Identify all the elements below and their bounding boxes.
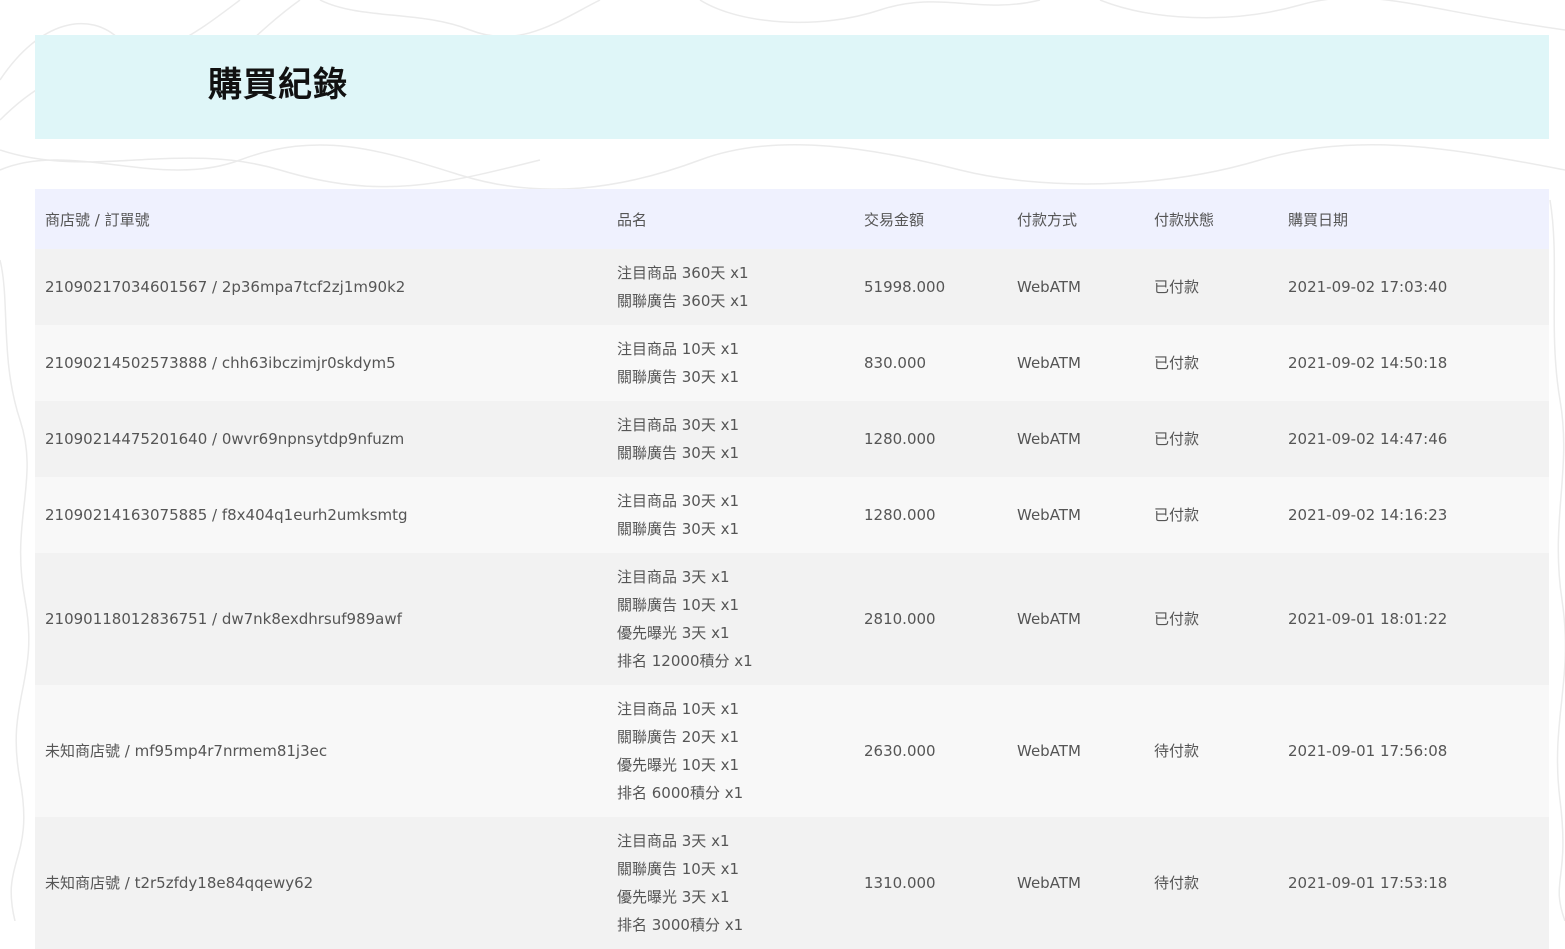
order-cell: 21090118012836751 / dw7nk8exdhrsuf989awf — [35, 553, 607, 685]
product-cell: 注目商品 360天 x1 關聯廣告 360天 x1 — [607, 249, 854, 325]
table-row: 21090217034601567 / 2p36mpa7tcf2zj1m90k2… — [35, 249, 1549, 325]
amount-cell: 2630.000 — [854, 685, 1007, 817]
table-row: 未知商店號 / t2r5zfdy18e84qqewy62 注目商品 3天 x1 … — [35, 817, 1549, 949]
product-cell: 注目商品 3天 x1 關聯廣告 10天 x1 優先曝光 3天 x1 排名 300… — [607, 817, 854, 949]
product-line: 注目商品 10天 x1 — [617, 340, 740, 358]
product-line: 優先曝光 3天 x1 — [617, 888, 730, 906]
status-cell: 已付款 — [1144, 477, 1278, 553]
amount-cell: 2810.000 — [854, 553, 1007, 685]
date-cell: 2021-09-01 18:01:22 — [1278, 553, 1549, 685]
order-cell: 21090214475201640 / 0wvr69npnsytdp9nfuzm — [35, 401, 607, 477]
table-header-row: 商店號 / 訂單號 品名 交易金額 付款方式 付款狀態 購買日期 — [35, 189, 1549, 249]
product-line: 注目商品 30天 x1 — [617, 492, 740, 510]
date-cell: 2021-09-02 14:16:23 — [1278, 477, 1549, 553]
payment-cell: WebATM — [1007, 325, 1144, 401]
product-cell: 注目商品 30天 x1 關聯廣告 30天 x1 — [607, 401, 854, 477]
date-cell: 2021-09-01 17:53:18 — [1278, 817, 1549, 949]
product-cell: 注目商品 10天 x1 關聯廣告 30天 x1 — [607, 325, 854, 401]
product-line: 關聯廣告 360天 x1 — [617, 292, 749, 310]
product-line: 排名 3000積分 x1 — [617, 916, 744, 934]
order-cell: 21090214163075885 / f8x404q1eurh2umksmtg — [35, 477, 607, 553]
product-line: 優先曝光 3天 x1 — [617, 624, 730, 642]
status-cell: 已付款 — [1144, 553, 1278, 685]
header-date: 購買日期 — [1278, 189, 1549, 249]
status-cell: 已付款 — [1144, 401, 1278, 477]
amount-cell: 1280.000 — [854, 477, 1007, 553]
purchase-records-table: 商店號 / 訂單號 品名 交易金額 付款方式 付款狀態 購買日期 2109021… — [35, 189, 1549, 949]
product-line: 排名 6000積分 x1 — [617, 784, 744, 802]
table-row: 21090214502573888 / chh63ibczimjr0skdym5… — [35, 325, 1549, 401]
status-cell: 已付款 — [1144, 249, 1278, 325]
payment-cell: WebATM — [1007, 477, 1144, 553]
order-cell: 未知商店號 / mf95mp4r7nrmem81j3ec — [35, 685, 607, 817]
product-line: 關聯廣告 20天 x1 — [617, 728, 740, 746]
header-order: 商店號 / 訂單號 — [35, 189, 607, 249]
product-line: 關聯廣告 30天 x1 — [617, 368, 740, 386]
payment-cell: WebATM — [1007, 249, 1144, 325]
header-product: 品名 — [607, 189, 854, 249]
status-cell: 已付款 — [1144, 325, 1278, 401]
order-cell: 21090217034601567 / 2p36mpa7tcf2zj1m90k2 — [35, 249, 607, 325]
date-cell: 2021-09-02 14:50:18 — [1278, 325, 1549, 401]
header-payment: 付款方式 — [1007, 189, 1144, 249]
purchase-history-page: 購買紀錄 商店號 / 訂單號 品名 交易金額 付款方式 付款狀態 購買日期 21… — [0, 0, 1565, 949]
product-line: 排名 12000積分 x1 — [617, 652, 753, 670]
amount-cell: 830.000 — [854, 325, 1007, 401]
amount-cell: 51998.000 — [854, 249, 1007, 325]
payment-cell: WebATM — [1007, 817, 1144, 949]
product-cell: 注目商品 10天 x1 關聯廣告 20天 x1 優先曝光 10天 x1 排名 6… — [607, 685, 854, 817]
amount-cell: 1280.000 — [854, 401, 1007, 477]
date-cell: 2021-09-02 17:03:40 — [1278, 249, 1549, 325]
product-line: 關聯廣告 10天 x1 — [617, 596, 740, 614]
product-cell: 注目商品 3天 x1 關聯廣告 10天 x1 優先曝光 3天 x1 排名 120… — [607, 553, 854, 685]
order-cell: 未知商店號 / t2r5zfdy18e84qqewy62 — [35, 817, 607, 949]
status-cell: 待付款 — [1144, 685, 1278, 817]
amount-cell: 1310.000 — [854, 817, 1007, 949]
product-line: 注目商品 3天 x1 — [617, 568, 730, 586]
product-line: 注目商品 10天 x1 — [617, 700, 740, 718]
product-line: 注目商品 30天 x1 — [617, 416, 740, 434]
product-line: 關聯廣告 10天 x1 — [617, 860, 740, 878]
page-title: 購買紀錄 — [208, 65, 348, 105]
table-row: 21090118012836751 / dw7nk8exdhrsuf989awf… — [35, 553, 1549, 685]
payment-cell: WebATM — [1007, 553, 1144, 685]
payment-cell: WebATM — [1007, 401, 1144, 477]
product-cell: 注目商品 30天 x1 關聯廣告 30天 x1 — [607, 477, 854, 553]
table-row: 21090214163075885 / f8x404q1eurh2umksmtg… — [35, 477, 1549, 553]
status-cell: 待付款 — [1144, 817, 1278, 949]
date-cell: 2021-09-01 17:56:08 — [1278, 685, 1549, 817]
header-amount: 交易金額 — [854, 189, 1007, 249]
product-line: 關聯廣告 30天 x1 — [617, 444, 740, 462]
product-line: 注目商品 360天 x1 — [617, 264, 749, 282]
header-status: 付款狀態 — [1144, 189, 1278, 249]
table-row: 21090214475201640 / 0wvr69npnsytdp9nfuzm… — [35, 401, 1549, 477]
order-cell: 21090214502573888 / chh63ibczimjr0skdym5 — [35, 325, 607, 401]
product-line: 關聯廣告 30天 x1 — [617, 520, 740, 538]
table-row: 未知商店號 / mf95mp4r7nrmem81j3ec 注目商品 10天 x1… — [35, 685, 1549, 817]
product-line: 優先曝光 10天 x1 — [617, 756, 740, 774]
payment-cell: WebATM — [1007, 685, 1144, 817]
date-cell: 2021-09-02 14:47:46 — [1278, 401, 1549, 477]
product-line: 注目商品 3天 x1 — [617, 832, 730, 850]
